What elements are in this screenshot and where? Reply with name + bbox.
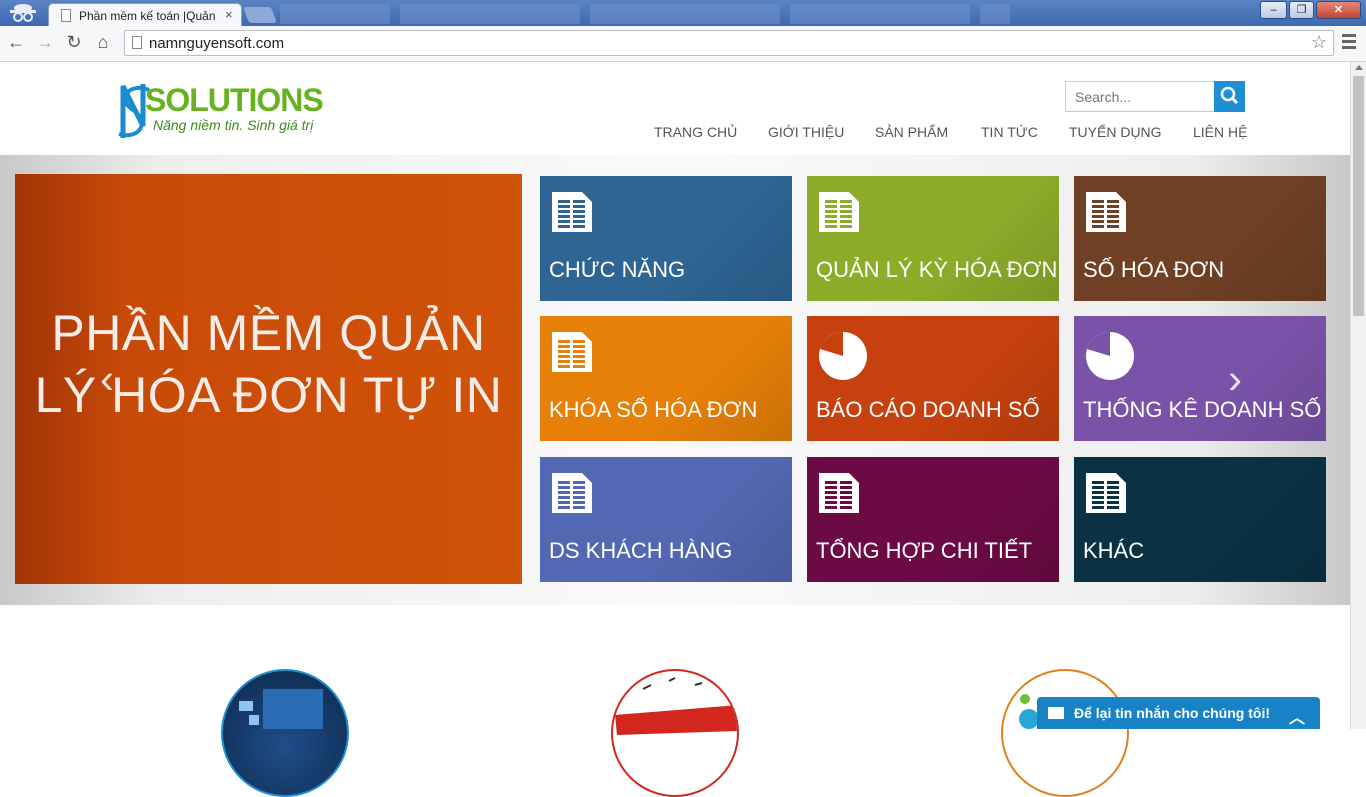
chat-label: Để lại tin nhắn cho chúng tôi! xyxy=(1074,705,1270,721)
background-tab[interactable] xyxy=(400,4,580,24)
tab-close-icon[interactable]: × xyxy=(225,7,233,22)
hero-slider: PHẦN MỀM QUẢN LÝ HÓA ĐƠN TỰ IN CHỨC NĂNG… xyxy=(0,155,1350,740)
hero-banner[interactable]: PHẦN MỀM QUẢN LÝ HÓA ĐƠN TỰ IN xyxy=(15,174,522,584)
back-arrow-icon[interactable]: ← xyxy=(5,32,27,53)
tile-label: TỔNG HỢP CHI TIẾT xyxy=(816,538,1033,563)
tile-label: KHÁC xyxy=(1083,538,1145,563)
hero-title-line2: LÝ HÓA ĐƠN TỰ IN xyxy=(34,367,503,423)
nav-contact[interactable]: LIÊN HỆ xyxy=(1193,124,1247,140)
chat-widget[interactable]: Để lại tin nhắn cho chúng tôi! ︿ xyxy=(1037,697,1320,729)
tab-title: Phần mềm kế toán |Quản xyxy=(79,9,216,23)
scroll-thumb[interactable] xyxy=(1353,76,1364,316)
feature-circle-cloud[interactable] xyxy=(1001,669,1129,797)
site-logo[interactable]: SOLUTIONS Năng niềm tin. Sinh giá trị xyxy=(113,80,343,144)
envelope-icon xyxy=(1048,707,1064,719)
slider-next-icon[interactable]: › xyxy=(1228,355,1242,403)
chevron-up-icon[interactable]: ︿ xyxy=(1289,704,1305,728)
home-icon[interactable]: ⌂ xyxy=(92,32,114,53)
feature-circle-website[interactable] xyxy=(611,669,739,797)
tile-label: CHỨC NĂNG xyxy=(549,257,686,282)
tile-label: DS KHÁCH HÀNG xyxy=(549,538,733,563)
incognito-icon xyxy=(10,4,36,22)
tile-tong-hop-chi-tiet[interactable]: TỔNG HỢP CHI TIẾT xyxy=(807,457,1059,582)
scroll-up-icon[interactable] xyxy=(1355,65,1363,70)
search-icon xyxy=(1220,86,1239,105)
url-text[interactable]: namnguyensoft.com xyxy=(149,35,284,52)
logo-tagline: Năng niềm tin. Sinh giá trị xyxy=(153,117,314,133)
tile-label: SỐ HÓA ĐƠN xyxy=(1083,257,1225,282)
new-tab-button[interactable] xyxy=(243,7,277,23)
hero-title: PHẦN MỀM QUẢN LÝ HÓA ĐƠN TỰ IN xyxy=(15,302,522,426)
browser-tab-active[interactable]: Phần mềm kế toán |Quản × xyxy=(48,3,242,27)
document-icon xyxy=(550,471,594,515)
tile-quan-ly-ky-hoa-don[interactable]: QUẢN LÝ KỲ HÓA ĐƠN xyxy=(807,176,1059,301)
pie-chart-icon xyxy=(1084,330,1134,380)
page-icon xyxy=(61,9,71,22)
feature-circle-software[interactable] xyxy=(221,669,349,797)
website-icon xyxy=(615,677,737,735)
document-icon xyxy=(550,190,594,234)
background-tab[interactable] xyxy=(280,4,390,24)
nav-about[interactable]: GIỚI THIỆU xyxy=(768,124,844,140)
tile-ds-khach-hang[interactable]: DS KHÁCH HÀNG xyxy=(540,457,792,582)
document-icon xyxy=(817,471,861,515)
maximize-button[interactable]: ❐ xyxy=(1289,1,1314,19)
tile-label: QUẢN LÝ KỲ HÓA ĐƠN xyxy=(816,257,1058,282)
tile-so-hoa-don[interactable]: SỐ HÓA ĐƠN xyxy=(1074,176,1326,301)
nav-home[interactable]: TRANG CHỦ xyxy=(654,124,737,140)
nav-products[interactable]: SẢN PHẨM xyxy=(875,124,948,140)
background-tab[interactable] xyxy=(980,4,1010,24)
page-scrollbar[interactable] xyxy=(1350,62,1366,729)
page-icon xyxy=(132,36,142,49)
background-tab[interactable] xyxy=(790,4,970,24)
browser-tab-bar: Phần mềm kế toán |Quản × – ❐ ✕ xyxy=(0,0,1366,27)
bookmark-star-icon[interactable]: ☆ xyxy=(1311,32,1327,53)
hero-title-line1: PHẦN MỀM QUẢN xyxy=(51,305,486,361)
reload-icon[interactable]: ↻ xyxy=(63,32,85,53)
logo-text: SOLUTIONS xyxy=(145,82,324,118)
pie-chart-icon xyxy=(817,330,867,380)
search-box xyxy=(1065,81,1245,112)
tile-thong-ke-doanh-so[interactable]: THỐNG KÊ DOANH SỐ xyxy=(1074,316,1326,441)
background-tab[interactable] xyxy=(590,4,780,24)
window-close-button[interactable]: ✕ xyxy=(1316,1,1361,19)
minimize-button[interactable]: – xyxy=(1260,1,1287,19)
document-icon xyxy=(1084,190,1128,234)
forward-arrow-icon[interactable]: → xyxy=(34,32,56,53)
nav-news[interactable]: TIN TỨC xyxy=(981,124,1038,140)
browser-menu-icon[interactable] xyxy=(1342,34,1356,52)
tile-khac[interactable]: KHÁC xyxy=(1074,457,1326,582)
document-icon xyxy=(1084,471,1128,515)
document-icon xyxy=(817,190,861,234)
search-input[interactable] xyxy=(1066,82,1214,111)
tile-label: THỐNG KÊ DOANH SỐ xyxy=(1083,397,1322,422)
devices-icon xyxy=(239,689,323,729)
tile-bao-cao-doanh-so[interactable]: BÁO CÁO DOANH SỐ xyxy=(807,316,1059,441)
browser-toolbar: ← → ↻ ⌂ namnguyensoft.com ☆ xyxy=(0,26,1366,62)
tile-chuc-nang[interactable]: CHỨC NĂNG xyxy=(540,176,792,301)
cloud-icon xyxy=(1019,694,1039,729)
search-button[interactable] xyxy=(1214,81,1245,112)
address-bar[interactable]: namnguyensoft.com ☆ xyxy=(124,30,1334,56)
document-icon xyxy=(550,330,594,374)
tile-label: BÁO CÁO DOANH SỐ xyxy=(816,397,1040,422)
slider-prev-icon[interactable]: ‹ xyxy=(100,355,114,403)
nav-careers[interactable]: TUYỂN DỤNG xyxy=(1069,124,1162,140)
tile-khoa-so-hoa-don[interactable]: KHÓA SỐ HÓA ĐƠN xyxy=(540,316,792,441)
tile-label: KHÓA SỐ HÓA ĐƠN xyxy=(549,397,758,422)
